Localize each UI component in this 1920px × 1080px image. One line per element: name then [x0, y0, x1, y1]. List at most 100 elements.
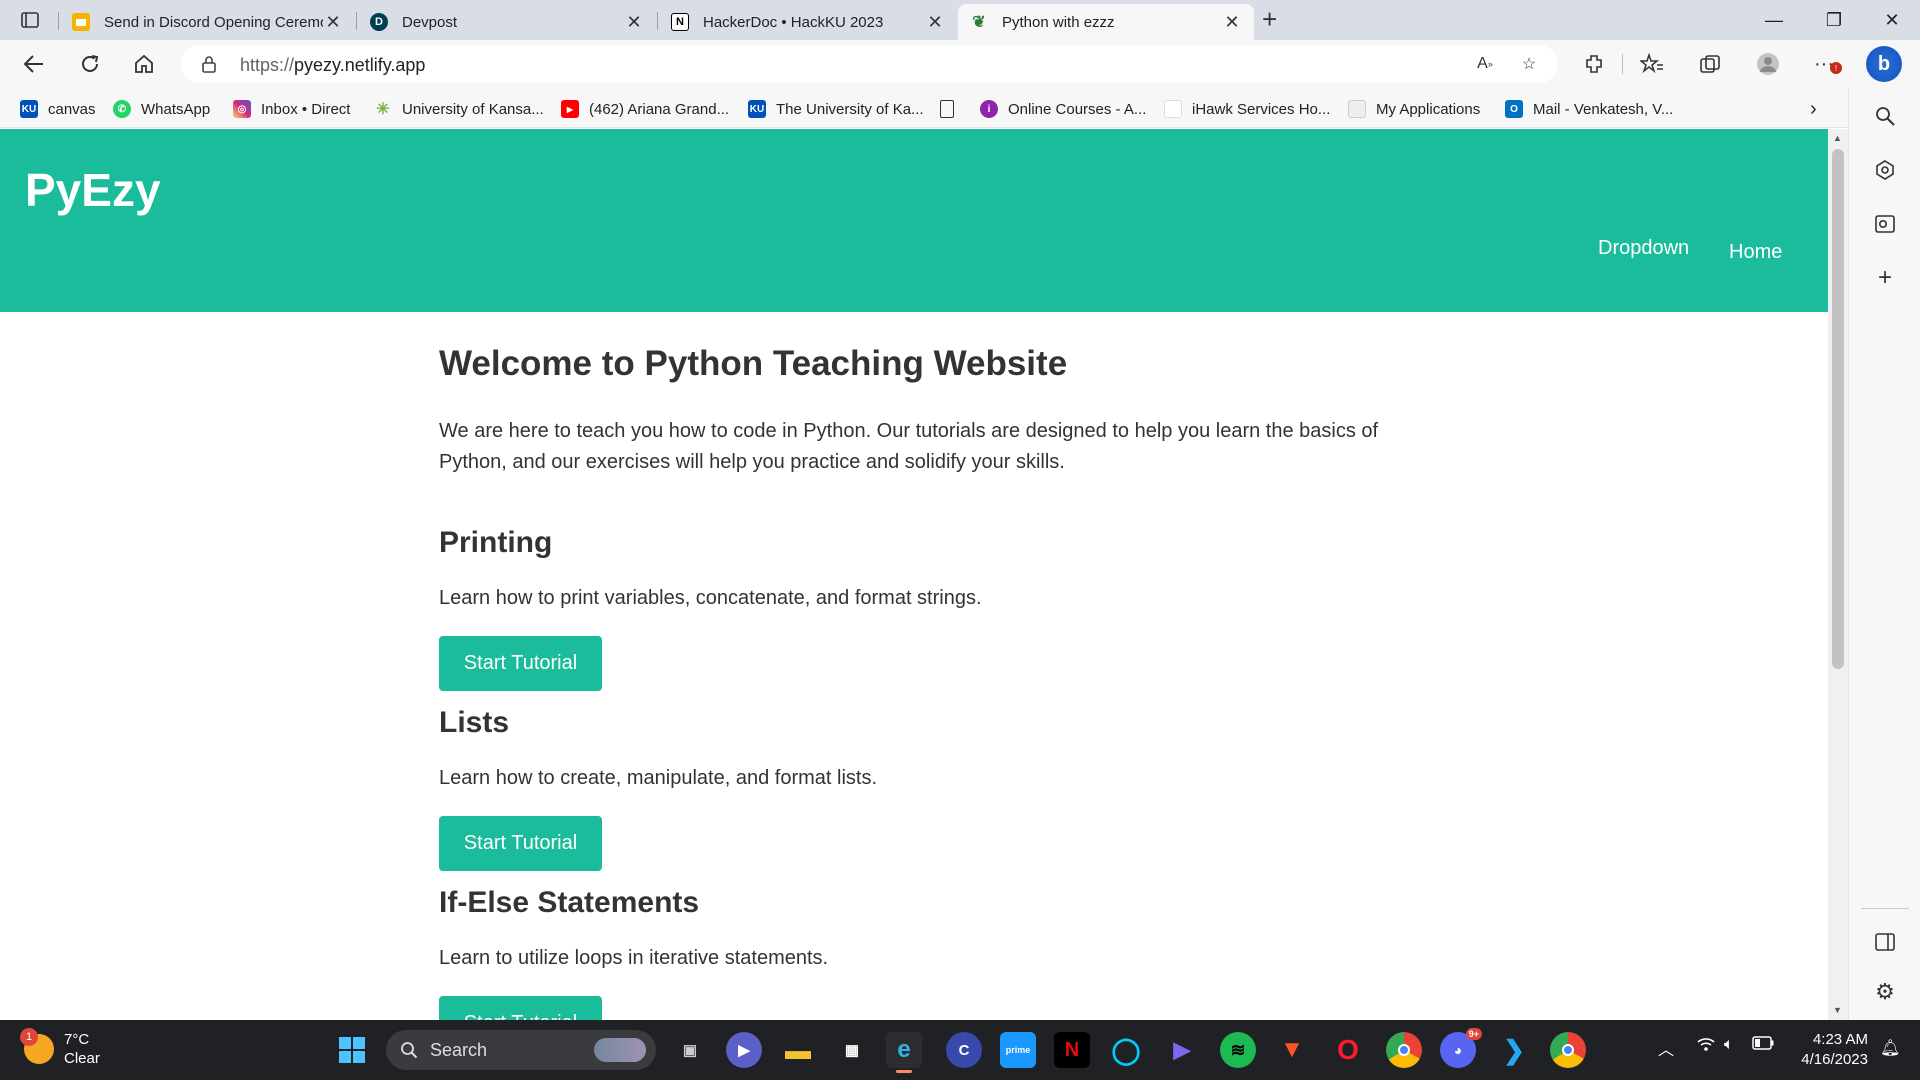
favorites-icon[interactable] [1636, 48, 1668, 80]
outlook-sidebar-icon[interactable] [1869, 208, 1901, 240]
clock-date: 4/16/2023 [1801, 1051, 1868, 1068]
discover-icon[interactable] [1869, 154, 1901, 186]
bookmark-ihawk-services[interactable]: iHawk Services Ho... [1164, 98, 1330, 120]
vscode-icon[interactable]: ❯ [1496, 1032, 1532, 1068]
alexa-icon[interactable]: ◯ [1108, 1032, 1144, 1068]
bookmarks-overflow-chevron-icon[interactable]: › [1810, 98, 1817, 120]
microsoft-store-icon[interactable]: ▦ [834, 1032, 870, 1068]
nav-home[interactable]: Home [1729, 241, 1782, 264]
notifications-bell-icon[interactable]: 🔔︎ [1880, 1038, 1900, 1058]
refresh-button[interactable] [74, 48, 106, 80]
notification-badge-icon: ! [1830, 62, 1842, 74]
close-icon[interactable]: ✕ [925, 12, 945, 33]
nav-dropdown[interactable]: Dropdown [1598, 237, 1689, 260]
wifi-icon[interactable] [1696, 1036, 1716, 1057]
moon-weather-icon: 1 [20, 1028, 54, 1064]
more-options-icon[interactable]: ··· ! [1808, 48, 1842, 80]
bookmark-university-of-ka[interactable]: KU The University of Ka... [748, 98, 924, 120]
bookmark-youtube-ariana[interactable]: ▶ (462) Ariana Grand... [561, 98, 729, 120]
bing-copilot-icon[interactable]: b [1866, 46, 1902, 82]
prime-video-icon[interactable]: prime [1000, 1032, 1036, 1068]
taskbar-search[interactable]: Search [386, 1030, 656, 1070]
section-description: Learn how to create, manipulate, and for… [439, 767, 878, 789]
bookmark-label: WhatsApp [141, 100, 211, 118]
bookmark-my-applications[interactable]: My Applications [1348, 98, 1480, 120]
extensions-icon[interactable] [1578, 48, 1610, 80]
bookmark-outlook-mail[interactable]: O Mail - Venkatesh, V... [1505, 98, 1673, 120]
minimize-button[interactable]: — [1746, 0, 1802, 40]
start-tutorial-button[interactable]: Start Tutorial [439, 816, 602, 871]
home-button[interactable] [128, 48, 160, 80]
lock-icon[interactable] [202, 55, 216, 78]
battery-icon[interactable] [1752, 1036, 1774, 1055]
instagram-icon: ◎ [233, 100, 251, 118]
tab-separator [58, 12, 59, 30]
settings-gear-icon[interactable]: ⚙ [1869, 976, 1901, 1008]
scroll-up-arrow-icon[interactable]: ▲ [1833, 133, 1842, 143]
close-icon[interactable]: ✕ [624, 12, 644, 33]
video-player-icon[interactable]: ▶ [1164, 1032, 1200, 1068]
cortana-c-icon[interactable]: C [946, 1032, 982, 1068]
bookmark-canvas[interactable]: KU canvas [20, 98, 96, 120]
address-bar[interactable]: https://pyezy.netlify.app A» ☆ [180, 45, 1558, 83]
bookmark-online-courses[interactable]: i Online Courses - A... [980, 98, 1146, 120]
site-logo[interactable]: PyEzy [25, 163, 161, 217]
page-scrollbar[interactable]: ▲ ▼ [1828, 129, 1848, 1020]
search-sidebar-icon[interactable] [1869, 100, 1901, 132]
bookmark-whatsapp[interactable]: ✆ WhatsApp [113, 98, 210, 120]
url-host: pyezy.netlify.app [294, 55, 426, 75]
spotify-icon[interactable]: ≋ [1220, 1032, 1256, 1068]
bookmarks-bar: KU canvas ✆ WhatsApp ◎ Inbox • Direct ✳ Univ… [0, 88, 1920, 128]
file-explorer-icon[interactable]: ▬ [780, 1032, 816, 1068]
asterisk-icon: ✳ [376, 101, 390, 118]
close-window-button[interactable]: ✕ [1864, 0, 1920, 40]
tray-overflow-chevron-icon[interactable]: ︿ [1658, 1036, 1674, 1060]
discord-icon[interactable]: ◕ 9+ [1440, 1028, 1482, 1068]
ku-icon: KU [748, 100, 766, 118]
tab-actions-icon[interactable] [12, 6, 48, 34]
close-icon[interactable]: ✕ [1222, 12, 1242, 33]
add-sidebar-app-icon[interactable]: + [1869, 262, 1901, 294]
start-tutorial-button[interactable]: Start Tutorial [439, 636, 602, 691]
chrome-profile-icon[interactable] [1386, 1032, 1422, 1068]
windows-start-icon[interactable] [334, 1032, 370, 1068]
scroll-down-arrow-icon[interactable]: ▼ [1833, 1005, 1842, 1015]
tab-devpost[interactable]: D Devpost ✕ [358, 4, 656, 40]
browser-toolbar: https://pyezy.netlify.app A» ☆ ··· ! b [0, 40, 1920, 88]
back-button[interactable] [18, 48, 50, 80]
profile-avatar-icon[interactable] [1752, 48, 1784, 80]
new-tab-button[interactable]: + [1262, 6, 1277, 32]
tab-python-with-ezzz[interactable]: ❦ Python with ezzz ✕ [958, 4, 1254, 40]
edge-browser-icon[interactable]: e [886, 1032, 922, 1073]
opera-browser-icon[interactable]: O [1330, 1032, 1366, 1068]
teams-chat-icon[interactable]: ▶ [726, 1032, 762, 1068]
clock-time: 4:23 AM [1812, 1031, 1868, 1048]
section-title: Printing [439, 526, 553, 559]
chrome-icon[interactable] [1550, 1032, 1586, 1068]
bookmark-university-of-kansas[interactable]: ✳ University of Kansa... [374, 98, 543, 120]
weather-widget[interactable]: 1 7°C Clear [20, 1028, 100, 1068]
tab-discord-ceremony[interactable]: Send in Discord Opening Ceremo ✕ [60, 4, 355, 40]
search-icon [401, 1042, 418, 1059]
netflix-icon[interactable]: N [1054, 1032, 1090, 1068]
read-aloud-icon[interactable]: A» [1472, 52, 1498, 76]
brave-browser-icon[interactable]: ▼ [1274, 1032, 1310, 1068]
close-icon[interactable]: ✕ [323, 12, 343, 33]
start-tutorial-button[interactable]: Start Tutorial [439, 996, 602, 1020]
outlook-icon: O [1505, 100, 1523, 118]
volume-icon[interactable]: 🔈︎ [1724, 1036, 1734, 1054]
task-view-icon[interactable]: ▣ [672, 1032, 708, 1068]
favorite-star-icon[interactable]: ☆ [1516, 52, 1542, 76]
hide-sidebar-icon[interactable] [1869, 926, 1901, 958]
page-title: Welcome to Python Teaching Website [439, 344, 1068, 383]
bookmark-instagram-inbox[interactable]: ◎ Inbox • Direct [233, 98, 350, 120]
bookmark-label: (462) Ariana Grand... [589, 100, 730, 118]
tab-hackerdoc[interactable]: N HackerDoc • HackKU 2023 ✕ [659, 4, 957, 40]
collections-icon[interactable] [1694, 48, 1726, 80]
maximize-button[interactable]: ❐ [1806, 0, 1862, 40]
scrollbar-thumb[interactable] [1832, 149, 1844, 669]
url-text: https://pyezy.netlify.app [240, 55, 425, 76]
toolbar-separator [1622, 54, 1623, 74]
system-clock[interactable]: 4:23 AM 4/16/2023 [1790, 1030, 1868, 1070]
bookmark-document[interactable] [940, 98, 964, 120]
